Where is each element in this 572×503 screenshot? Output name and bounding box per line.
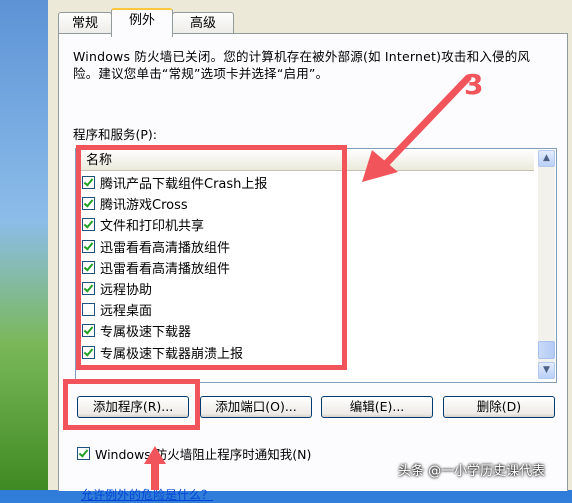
scroll-up-icon[interactable]: ▲: [538, 150, 555, 167]
edit-button[interactable]: 编辑(E)...: [321, 396, 433, 418]
annotation-button-box: [63, 379, 200, 430]
notify-option[interactable]: Windows 防火墙阻止程序时通知我(N): [77, 444, 311, 463]
scroll-thumb[interactable]: [538, 341, 555, 359]
tab-exceptions[interactable]: 例外: [111, 8, 173, 37]
notify-checkbox[interactable]: [77, 447, 90, 460]
delete-button[interactable]: 删除(D): [443, 396, 555, 418]
tab-general[interactable]: 常规: [58, 12, 112, 35]
list-scrollbar[interactable]: ▲ ▼: [538, 150, 555, 379]
notify-label: Windows 防火墙阻止程序时通知我(N): [95, 447, 312, 462]
tab-advanced[interactable]: 高级: [172, 12, 234, 35]
add-port-button[interactable]: 添加端口(O)...: [200, 396, 312, 418]
annotation-number: 3: [464, 68, 483, 101]
annotation-list-box: [76, 145, 347, 370]
annotation-up-arrow-icon: [144, 446, 166, 490]
scroll-down-icon[interactable]: ▼: [538, 362, 555, 379]
desktop-background: [0, 0, 48, 490]
programs-services-label: 程序和服务(P):: [73, 127, 158, 142]
watermark: 头条 @一小学历史课代表: [398, 464, 546, 479]
annotation-arrow-icon: 3: [362, 68, 483, 182]
